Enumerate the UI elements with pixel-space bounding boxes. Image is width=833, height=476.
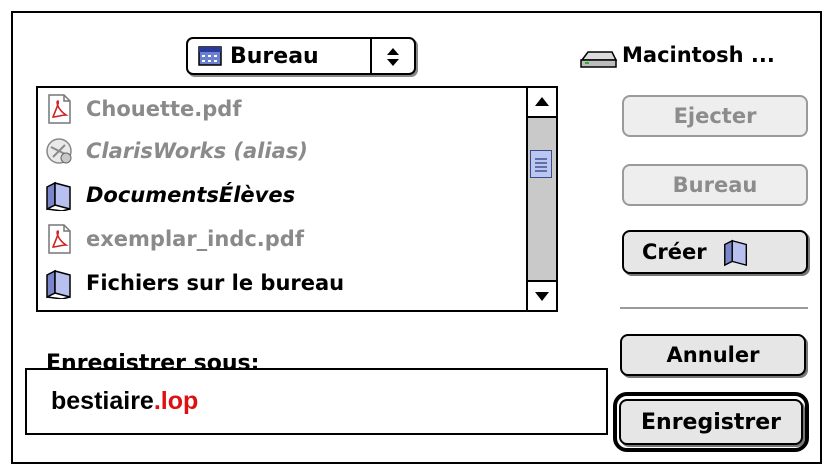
file-name: exemplar_indc.pdf [86,227,304,251]
eject-button[interactable]: Ejecter [622,95,808,137]
location-popup[interactable]: Bureau [186,37,416,75]
file-name: DocumentsÉlèves [86,183,296,207]
arrow-down-icon [535,292,549,301]
location-popup-label: Bureau [230,43,319,69]
file-name: Fichiers sur le bureau [86,271,345,295]
popup-divider [370,39,372,73]
scroll-down-button[interactable] [528,280,556,310]
folder-icon [44,179,74,212]
application-alias-icon [44,135,74,167]
list-item[interactable]: Fichiers sur le bureau [38,263,522,303]
file-name: Chouette.pdf [86,97,242,121]
pdf-document-icon [44,223,74,255]
separator [620,307,808,309]
list-item[interactable]: ClarisWorks (alias) [38,131,522,171]
volume-name: Macintosh ... [578,40,775,70]
pdf-document-icon [44,93,74,125]
arrow-up-icon [535,97,549,106]
filename-extension: .lop [153,387,199,415]
folder-icon [721,237,751,267]
scroll-thumb[interactable] [530,150,552,178]
file-name: ClarisWorks (alias) [86,139,308,163]
filename-base: bestiaire [51,387,154,415]
scroll-up-button[interactable] [528,88,556,118]
hard-disk-icon [578,40,618,70]
list-item[interactable]: exemplar_indc.pdf [38,219,522,259]
grip-icon [535,158,547,172]
cancel-button[interactable]: Annuler [620,334,806,376]
scrollbar[interactable] [526,88,556,310]
save-button[interactable]: Enregistrer [619,399,803,445]
folder-icon [44,267,74,300]
desktop-icon [198,46,222,66]
volume-label: Macintosh ... [622,43,775,67]
list-item[interactable]: DocumentsÉlèves [38,175,522,215]
up-down-arrows-icon [376,42,410,72]
new-folder-label: Créer [642,240,707,264]
list-item[interactable]: Chouette.pdf [38,89,522,129]
new-folder-button[interactable]: Créer [622,230,808,274]
filename-field[interactable]: bestiaire .lop [25,368,608,435]
desktop-button[interactable]: Bureau [622,164,808,206]
file-list[interactable]: Chouette.pdf ClarisWorks (alias) Documen… [36,86,558,312]
